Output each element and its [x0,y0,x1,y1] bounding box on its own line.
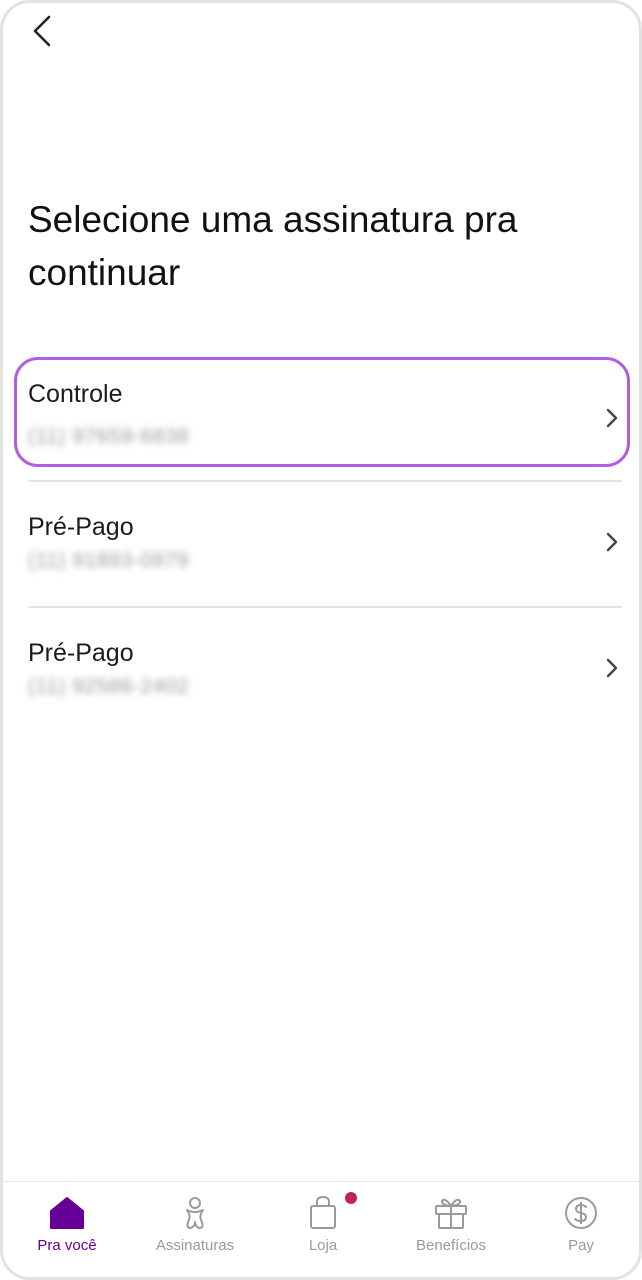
nav-label: Pra você [37,1237,97,1254]
subscription-list: Controle (11) 97659-6838 Pré-Pago (11) 9… [3,355,639,698]
page-title: Selecione uma assinatura pra continuar [28,199,518,293]
chevron-right-icon [606,408,618,428]
nav-label: Benefícios [415,1237,487,1254]
shopping-bag-icon [310,1195,336,1229]
subscription-item-prepago-2[interactable]: Pré-Pago (11) 92586-2402 [3,607,639,733]
chevron-left-icon [33,15,51,47]
subscription-item-controle[interactable]: Controle (11) 97659-6838 [3,355,639,470]
nav-item-pay[interactable]: Pay [517,1182,639,1277]
nav-item-pra-voce[interactable]: Pra você [3,1182,131,1277]
notification-badge [345,1192,357,1204]
subscription-number: (11) 97659-6838 [28,425,190,448]
vivo-person-icon [186,1197,204,1229]
bottom-nav: Pra você Assinaturas Loja Benefícios Pay [3,1181,639,1277]
subscription-number: (11) 91893-0979 [28,549,190,572]
subscription-label: Pré-Pago [28,513,134,541]
chevron-right-icon [606,658,618,678]
nav-label: Loja [308,1237,338,1254]
subscription-label: Pré-Pago [28,639,134,667]
nav-label: Assinaturas [155,1237,235,1254]
app-screen: Selecione uma assinatura pra continuar C… [0,0,642,1280]
subscription-number: (11) 92586-2402 [28,675,190,698]
subscription-label: Controle [28,380,123,408]
home-icon [50,1197,84,1229]
gift-icon [435,1198,467,1229]
nav-item-beneficios[interactable]: Benefícios [387,1182,515,1277]
nav-item-assinaturas[interactable]: Assinaturas [131,1182,259,1277]
dollar-coin-icon [565,1197,597,1229]
back-button[interactable] [25,11,61,51]
chevron-right-icon [606,532,618,552]
selected-highlight [14,357,630,467]
nav-item-loja[interactable]: Loja [259,1182,387,1277]
nav-label: Pay [568,1237,594,1254]
subscription-item-prepago-1[interactable]: Pré-Pago (11) 91893-0979 [3,481,639,607]
